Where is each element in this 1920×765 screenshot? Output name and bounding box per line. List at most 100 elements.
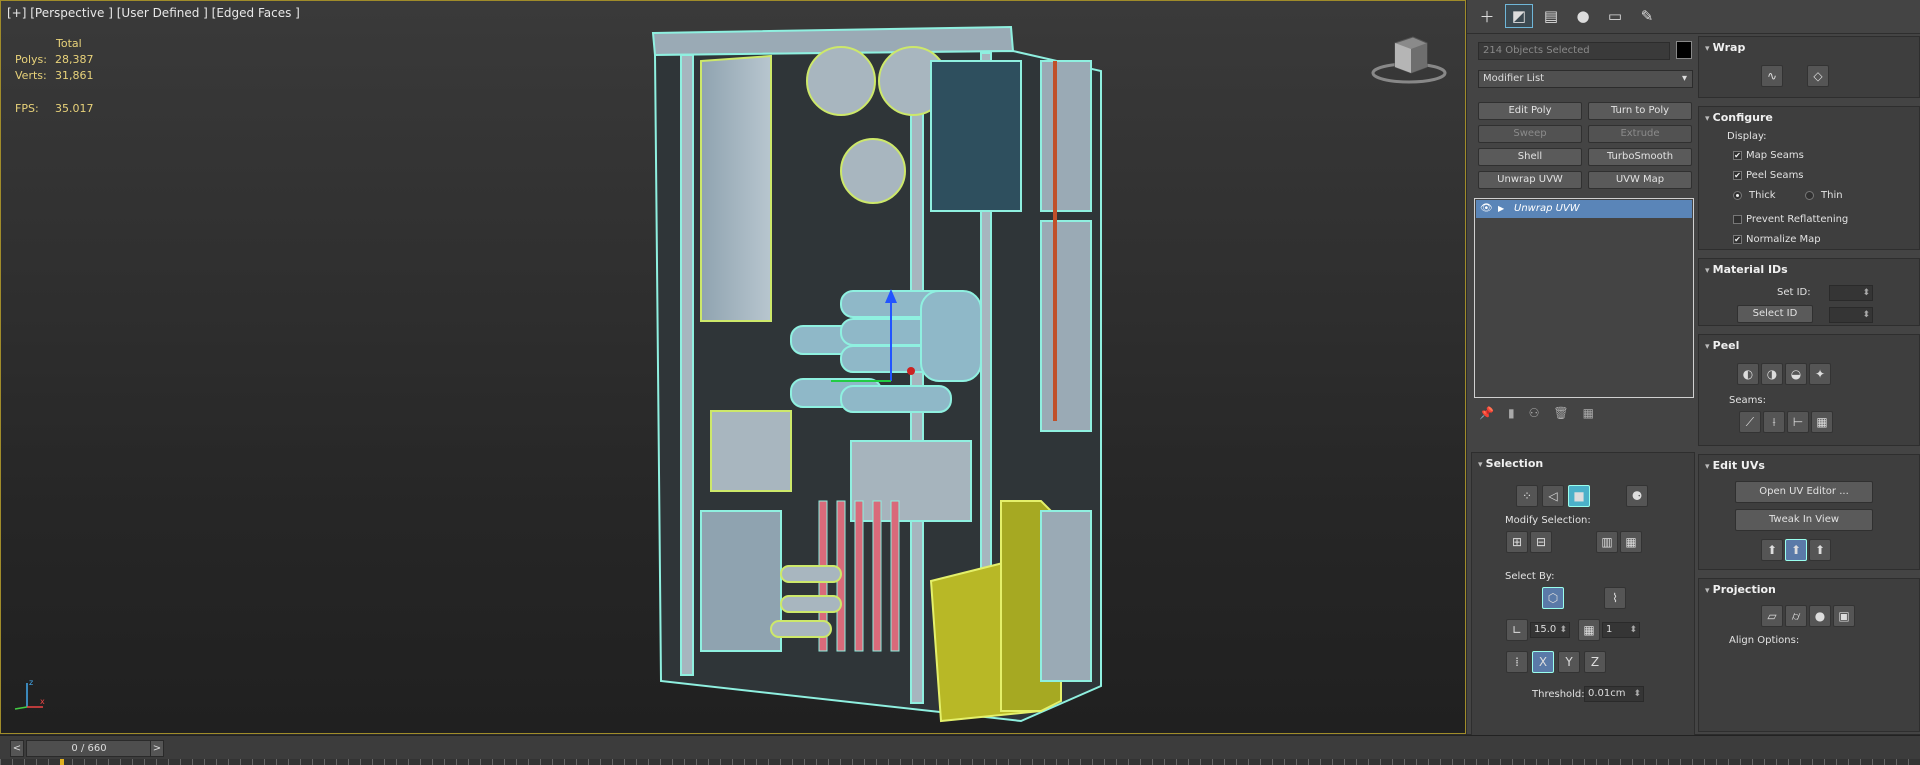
projection-rollout-title[interactable]: Projection bbox=[1705, 583, 1776, 596]
create-icon[interactable]: ＋ bbox=[1473, 4, 1501, 28]
normalize-map-checkbox[interactable]: ✔ bbox=[1733, 235, 1742, 244]
prev-frame-button[interactable]: < bbox=[10, 740, 24, 757]
command-panel: ＋ ◩ ▤ ● ▭ ✎ 214 Objects Selected Modifie… bbox=[1467, 0, 1920, 765]
time-marker[interactable] bbox=[60, 759, 64, 765]
spline-mapping-icon[interactable]: ∿ bbox=[1761, 65, 1783, 87]
planar-project-icon[interactable]: ⬆ bbox=[1809, 539, 1831, 561]
align-view-icon[interactable]: ⬆ bbox=[1785, 539, 1807, 561]
box-map-icon[interactable]: ▣ bbox=[1833, 605, 1855, 627]
configure-sets-icon[interactable]: ▦ bbox=[1583, 406, 1594, 420]
edit-uvs-rollout-title[interactable]: Edit UVs bbox=[1705, 459, 1765, 472]
quick-peel-icon[interactable]: ◐ bbox=[1737, 363, 1759, 385]
edge-select-icon[interactable]: ◁ bbox=[1542, 485, 1564, 507]
material-ids-rollout: Material IDs Set ID: Select ID bbox=[1698, 258, 1920, 326]
configure-rollout-title[interactable]: Configure bbox=[1705, 111, 1773, 124]
select-by-edge-loop-icon[interactable]: ⌇ bbox=[1604, 587, 1626, 609]
selection-name-field[interactable]: 214 Objects Selected bbox=[1478, 42, 1670, 60]
planar-angle-spinner[interactable]: 15.0 bbox=[1530, 622, 1570, 638]
turbosmooth-button[interactable]: TurboSmooth bbox=[1588, 148, 1692, 166]
unwrap-uvw-button[interactable]: Unwrap UVW bbox=[1478, 171, 1582, 189]
unfold-mapping-icon[interactable]: ◇ bbox=[1807, 65, 1829, 87]
display-label: Display: bbox=[1727, 131, 1767, 142]
axis-x-toggle[interactable]: X bbox=[1532, 651, 1554, 673]
point-to-point-seam-icon[interactable]: ⟋ bbox=[1739, 411, 1761, 433]
modify-icon[interactable]: ◩ bbox=[1505, 4, 1533, 28]
utilities-icon[interactable]: ✎ bbox=[1633, 4, 1661, 28]
eye-icon[interactable]: 👁 bbox=[1480, 200, 1493, 218]
convert-edges-icon[interactable]: ▦ bbox=[1811, 411, 1833, 433]
smgroup-spinner[interactable]: 1 bbox=[1602, 622, 1640, 638]
viewport-label[interactable]: [+] [Perspective ] [User Defined ] [Edge… bbox=[7, 6, 300, 20]
extrude-button[interactable]: Extrude bbox=[1588, 125, 1692, 143]
perspective-viewport[interactable]: [+] [Perspective ] [User Defined ] [Edge… bbox=[0, 0, 1466, 734]
peel-rollout: Peel ◐ ◑ ◒ ✦ Seams: ⟋ ⟊ ⊢ ▦ bbox=[1698, 334, 1920, 446]
threshold-spinner[interactable]: 0.01cm bbox=[1584, 686, 1644, 702]
switchgear-3d-model[interactable] bbox=[641, 21, 1121, 731]
tweak-in-view-button[interactable]: Tweak In View bbox=[1735, 509, 1873, 531]
edit-poly-button[interactable]: Edit Poly bbox=[1478, 102, 1582, 120]
select-by-element-icon[interactable]: ⬡ bbox=[1542, 587, 1564, 609]
seams-label: Seams: bbox=[1729, 395, 1766, 406]
cylindrical-map-icon[interactable]: ⌭ bbox=[1785, 605, 1807, 627]
hierarchy-icon[interactable]: ▤ bbox=[1537, 4, 1565, 28]
set-id-label: Set ID: bbox=[1777, 287, 1811, 298]
display-icon[interactable]: ▭ bbox=[1601, 4, 1629, 28]
select-id-spinner[interactable] bbox=[1829, 307, 1873, 323]
expand-seam-icon[interactable]: ⊢ bbox=[1787, 411, 1809, 433]
planar-map-icon[interactable]: ▱ bbox=[1761, 605, 1783, 627]
timeline-ruler[interactable] bbox=[0, 759, 1920, 765]
axis-z-toggle[interactable]: Z bbox=[1584, 651, 1606, 673]
peel-seams-label: Peel Seams bbox=[1746, 170, 1804, 181]
thick-radio[interactable] bbox=[1733, 191, 1742, 200]
planar-angle-icon[interactable]: ∟ bbox=[1506, 619, 1528, 641]
select-id-button[interactable]: Select ID bbox=[1737, 305, 1813, 323]
pin-stack-icon[interactable]: 📌 bbox=[1479, 406, 1494, 420]
axis-y-toggle[interactable]: Y bbox=[1558, 651, 1580, 673]
wrap-rollout-title[interactable]: Wrap bbox=[1705, 41, 1746, 54]
uvw-map-button[interactable]: UVW Map bbox=[1588, 171, 1692, 189]
align-options-label: Align Options: bbox=[1729, 635, 1800, 646]
polys-stat: Polys: 28,387 bbox=[15, 53, 94, 66]
ring-selection-icon[interactable]: ▦ bbox=[1620, 531, 1642, 553]
make-unique-icon[interactable]: ⚇ bbox=[1529, 406, 1540, 420]
open-uv-editor-button[interactable]: Open UV Editor ... bbox=[1735, 481, 1873, 503]
material-ids-rollout-title[interactable]: Material IDs bbox=[1705, 263, 1788, 276]
loop-selection-icon[interactable]: ▥ bbox=[1596, 531, 1618, 553]
motion-icon[interactable]: ● bbox=[1569, 4, 1597, 28]
edit-seams-icon[interactable]: ⟊ bbox=[1763, 411, 1785, 433]
polys-value: 28,387 bbox=[55, 53, 94, 66]
show-end-result-icon[interactable]: ▮ bbox=[1508, 406, 1515, 420]
map-seams-checkbox[interactable]: ✔ bbox=[1733, 151, 1742, 160]
modifier-list-dropdown[interactable]: Modifier List ▾ bbox=[1478, 70, 1693, 88]
stack-item-unwrap-uvw[interactable]: 👁 ▶ Unwrap UVW bbox=[1476, 200, 1692, 218]
turn-to-poly-button[interactable]: Turn to Poly bbox=[1588, 102, 1692, 120]
select-overlap-icon[interactable]: ⁞ bbox=[1506, 651, 1528, 673]
peel-rollout-title[interactable]: Peel bbox=[1705, 339, 1740, 352]
time-slider[interactable]: 0 / 660 bbox=[26, 740, 152, 757]
next-frame-button[interactable]: > bbox=[150, 740, 164, 757]
viewcube-icon[interactable] bbox=[1371, 33, 1451, 89]
select-by-smgroup-icon[interactable]: ▦ bbox=[1578, 619, 1600, 641]
selection-rollout-title[interactable]: Selection bbox=[1478, 457, 1544, 470]
object-color-swatch[interactable] bbox=[1676, 41, 1692, 59]
shell-button[interactable]: Shell bbox=[1478, 148, 1582, 166]
expand-arrow-icon[interactable]: ▶ bbox=[1498, 200, 1504, 218]
prevent-reflattening-checkbox[interactable] bbox=[1733, 215, 1742, 224]
set-id-spinner[interactable] bbox=[1829, 285, 1873, 301]
stats-header: Total bbox=[56, 37, 82, 50]
quick-planar-map-icon[interactable]: ⬆ bbox=[1761, 539, 1783, 561]
shrink-selection-icon[interactable]: ⊟ bbox=[1530, 531, 1552, 553]
pin-tool-icon[interactable]: ✦ bbox=[1809, 363, 1831, 385]
modify-panel: 214 Objects Selected Modifier List ▾ Edit… bbox=[1471, 36, 1695, 765]
peel-seams-checkbox[interactable]: ✔ bbox=[1733, 171, 1742, 180]
polygon-select-icon[interactable]: ■ bbox=[1568, 485, 1590, 507]
remove-modifier-icon[interactable]: 🗑 bbox=[1553, 406, 1568, 420]
vertex-select-icon[interactable]: ⁘ bbox=[1516, 485, 1538, 507]
thin-radio[interactable] bbox=[1805, 191, 1814, 200]
sweep-button[interactable]: Sweep bbox=[1478, 125, 1582, 143]
element-select-icon[interactable]: ⚈ bbox=[1626, 485, 1648, 507]
spherical-map-icon[interactable]: ● bbox=[1809, 605, 1831, 627]
reset-peel-icon[interactable]: ◒ bbox=[1785, 363, 1807, 385]
grow-selection-icon[interactable]: ⊞ bbox=[1506, 531, 1528, 553]
peel-mode-icon[interactable]: ◑ bbox=[1761, 363, 1783, 385]
